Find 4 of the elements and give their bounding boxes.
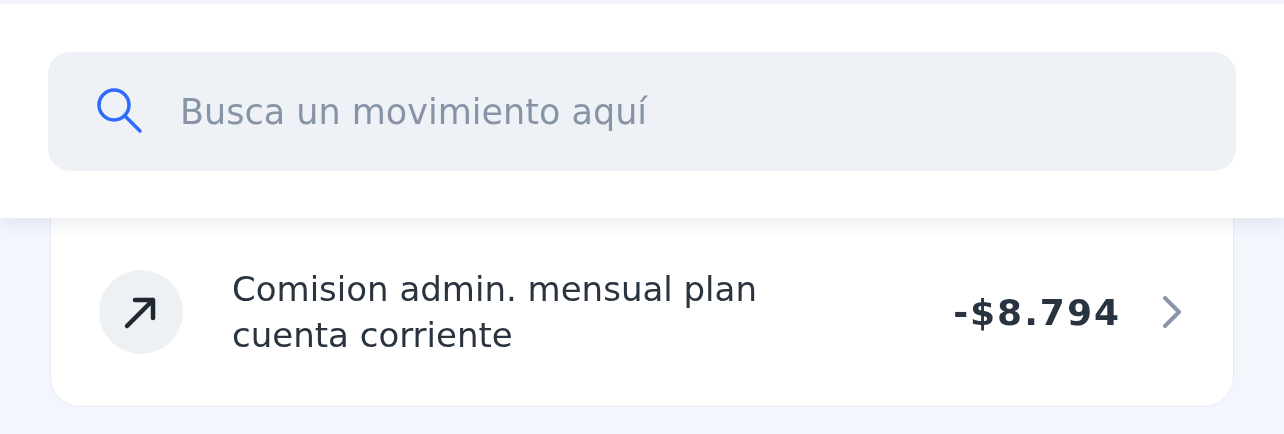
search-field[interactable]: Busca un movimiento aquí bbox=[48, 52, 1236, 171]
movement-amount: -$8.794 bbox=[953, 291, 1121, 333]
movement-description: Comision admin. mensual plan cuenta corriente bbox=[232, 268, 758, 357]
chevron-icon[interactable] bbox=[1161, 294, 1183, 330]
